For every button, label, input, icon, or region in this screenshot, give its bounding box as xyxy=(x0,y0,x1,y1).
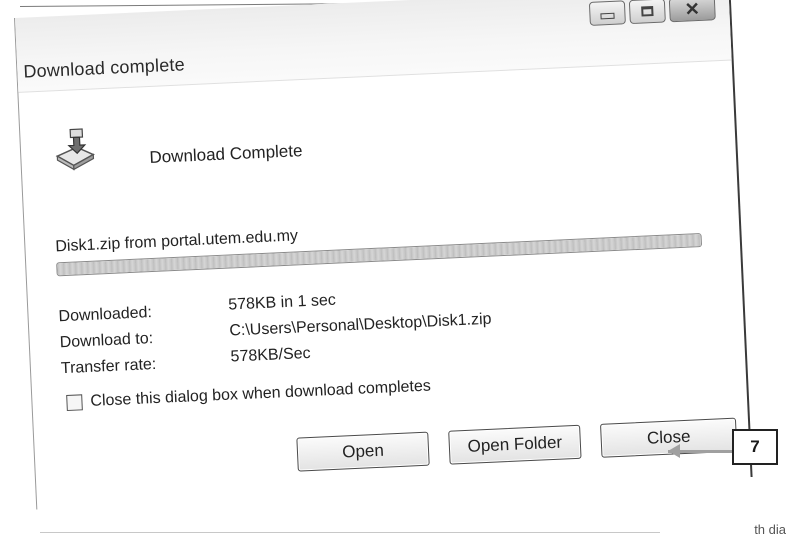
minimize-button[interactable] xyxy=(588,0,626,26)
download-to-value: C:\Users\Personal\Desktop\Disk1.zip xyxy=(229,310,492,340)
open-folder-button[interactable]: Open Folder xyxy=(448,424,582,465)
maximize-icon xyxy=(641,5,654,17)
transfer-rate-label: Transfer rate: xyxy=(60,355,157,378)
download-to-label: Download to: xyxy=(59,330,154,352)
transfer-rate-value: 578KB/Sec xyxy=(230,344,311,366)
window-title: Download complete xyxy=(22,54,186,82)
close-x-icon: ✕ xyxy=(684,0,701,20)
download-complete-heading: Download Complete xyxy=(149,141,303,167)
scan-bottom-line xyxy=(40,532,660,533)
page-corner-text: th dia xyxy=(754,522,786,537)
callout-line xyxy=(668,450,732,453)
step-callout: 7 xyxy=(732,429,778,465)
close-on-complete-label: Close this dialog box when download comp… xyxy=(90,377,432,410)
window-controls: ✕ xyxy=(588,0,716,26)
close-on-complete-row[interactable]: Close this dialog box when download comp… xyxy=(66,377,431,412)
close-on-complete-checkbox[interactable] xyxy=(66,394,83,412)
title-bar: Download complete ✕ xyxy=(14,0,732,93)
download-complete-dialog: Download complete ✕ Download Complete Di… xyxy=(14,0,753,510)
minimize-icon xyxy=(600,12,615,20)
downloaded-label: Downloaded: xyxy=(58,304,153,326)
open-button[interactable]: Open xyxy=(296,431,430,472)
download-folder-icon xyxy=(55,128,95,171)
downloaded-value: 578KB in 1 sec xyxy=(227,291,337,314)
maximize-button[interactable] xyxy=(628,0,666,25)
close-window-button[interactable]: ✕ xyxy=(668,0,716,23)
